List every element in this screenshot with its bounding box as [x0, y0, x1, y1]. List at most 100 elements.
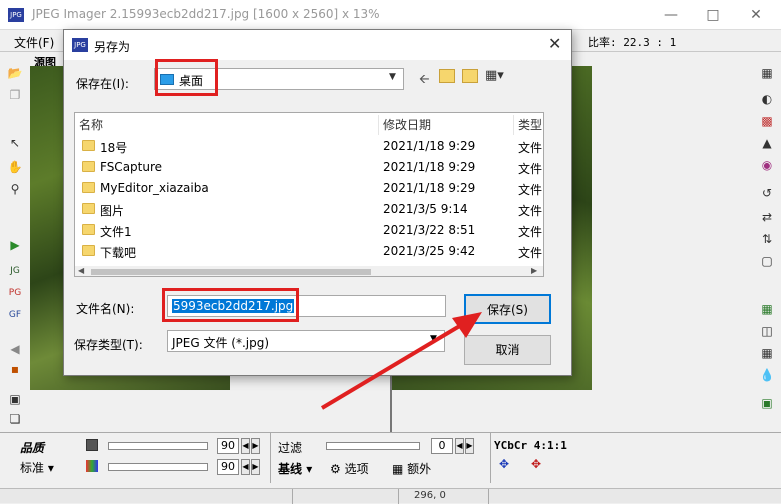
- brightness-icon[interactable]: ◐: [758, 90, 776, 108]
- filter-value[interactable]: 0: [431, 438, 453, 454]
- back-icon[interactable]: ◀: [6, 340, 24, 358]
- cancel-button[interactable]: 取消: [464, 335, 551, 365]
- gif-icon[interactable]: GF: [6, 306, 24, 324]
- drop-icon[interactable]: 💧: [758, 366, 776, 384]
- layers-icon[interactable]: ❏: [6, 410, 24, 428]
- file-row[interactable]: 图片 2021/3/5 9:14 文件: [75, 198, 543, 219]
- run-icon[interactable]: ▶: [6, 236, 24, 254]
- app-logo-icon: JPG: [8, 8, 24, 22]
- col-date[interactable]: 修改日期: [379, 115, 514, 135]
- minimize-button[interactable]: —: [660, 4, 682, 26]
- save-icon[interactable]: ▣: [6, 390, 24, 408]
- png-icon[interactable]: PG: [6, 284, 24, 302]
- quality-increment[interactable]: ▶: [251, 438, 260, 454]
- file-date: 2021/3/22 8:51: [383, 223, 476, 237]
- split-icon[interactable]: ◫: [758, 322, 776, 340]
- highlight-box-location: [155, 59, 218, 96]
- grid-icon[interactable]: ▦: [758, 64, 776, 82]
- color-quality-slider[interactable]: [108, 463, 208, 471]
- compare-icon[interactable]: ▦: [758, 300, 776, 318]
- dialog-close-button[interactable]: ✕: [548, 34, 561, 53]
- copy-icon[interactable]: ❐: [6, 86, 24, 104]
- subsample-blue-icon[interactable]: ✥: [494, 457, 514, 475]
- cursor-coords: 296, 0: [414, 490, 446, 501]
- folder-icon: [82, 203, 95, 214]
- resize-icon[interactable]: ⇅: [758, 230, 776, 248]
- horizontal-scrollbar[interactable]: ◀ ▶: [75, 266, 543, 276]
- color-increment[interactable]: ▶: [251, 459, 260, 475]
- standard-dropdown[interactable]: 标准 ▾: [20, 459, 54, 476]
- flip-icon[interactable]: ⇄: [758, 208, 776, 226]
- file-date: 2021/1/18 9:29: [383, 160, 476, 174]
- pointer-icon[interactable]: ↖: [6, 134, 24, 152]
- file-date: 2021/3/25 9:42: [383, 244, 476, 258]
- color-quality-value[interactable]: 90: [217, 459, 239, 475]
- subsample-red-icon[interactable]: ✥: [526, 457, 546, 475]
- extra-button[interactable]: ▦ 额外: [392, 460, 431, 477]
- options-button[interactable]: ⚙ 选项: [330, 460, 369, 477]
- col-type[interactable]: 类型: [514, 115, 543, 135]
- back-arrow-icon[interactable]: 🡨: [419, 70, 430, 92]
- color-wheel-icon[interactable]: ◉: [758, 156, 776, 174]
- menu-file[interactable]: 文件(F): [14, 34, 54, 51]
- file-row[interactable]: MyEditor_xiazaiba 2021/1/18 9:29 文件: [75, 177, 543, 198]
- app-titlebar: JPG JPEG Imager 2.15993ecb2dd217.jpg [16…: [0, 0, 781, 30]
- scroll-right-icon[interactable]: ▶: [531, 266, 537, 275]
- ratio-readout: 比率: 22.3 : 1: [588, 36, 677, 49]
- file-row[interactable]: FSCapture 2021/1/18 9:29 文件: [75, 156, 543, 177]
- file-name: MyEditor_xiazaiba: [100, 181, 209, 195]
- highlight-box-filename: [162, 288, 299, 322]
- folder-icon: [82, 245, 95, 256]
- rotate-icon[interactable]: ↺: [758, 184, 776, 202]
- screen-icon[interactable]: ▣: [758, 394, 776, 412]
- import-icon[interactable]: ▪: [6, 360, 24, 378]
- file-row[interactable]: 文件1 2021/3/22 8:51 文件: [75, 219, 543, 240]
- filter-slider[interactable]: [326, 442, 420, 450]
- file-type: 文件: [518, 246, 543, 260]
- view-menu-icon[interactable]: ▦▾: [485, 68, 504, 83]
- filter-increment[interactable]: ▶: [465, 438, 474, 454]
- up-folder-icon[interactable]: [439, 69, 455, 83]
- filetype-combobox[interactable]: JPEG 文件 (*.jpg) ▼: [167, 330, 445, 352]
- filter-decrement[interactable]: ◀: [455, 438, 464, 454]
- separator-2: [490, 433, 491, 483]
- open-folder-icon[interactable]: 📂: [6, 64, 24, 82]
- hand-icon[interactable]: ✋: [6, 158, 24, 176]
- quality-decrement[interactable]: ◀: [241, 438, 250, 454]
- file-name: 下载吧: [100, 246, 137, 260]
- vertical-scrollbar[interactable]: ▲: [543, 135, 544, 277]
- save-button[interactable]: 保存(S): [464, 294, 551, 324]
- maximize-button[interactable]: □: [702, 4, 724, 26]
- extra-label: 额外: [407, 462, 432, 476]
- jpg-icon[interactable]: JG: [6, 262, 24, 280]
- crop-icon[interactable]: ▢: [758, 252, 776, 270]
- folder-icon: [82, 182, 95, 193]
- chevron-down-icon[interactable]: ▼: [389, 72, 396, 82]
- separator: [270, 433, 271, 483]
- file-type: 文件: [518, 162, 543, 176]
- file-row[interactable]: 下载吧 2021/3/25 9:42 文件: [75, 240, 543, 261]
- sort-up-icon: ⌃: [223, 112, 232, 120]
- filetype-chevron-down-icon[interactable]: ▼: [430, 334, 437, 344]
- status-bar: 296, 0: [0, 488, 781, 504]
- filetype-value: JPEG 文件 (*.jpg): [172, 336, 270, 350]
- file-rows: 18号 2021/1/18 9:29 文件 FSCapture 2021/1/18 9:…: [75, 135, 543, 261]
- file-list[interactable]: 名称 ⌃ 修改日期 类型 18号 2021/1/18 9:29 文件 FSCaptur…: [74, 112, 544, 277]
- tile-icon[interactable]: ▦: [758, 344, 776, 362]
- histogram-icon[interactable]: ▲: [758, 134, 776, 152]
- color-decrement[interactable]: ◀: [241, 459, 250, 475]
- quality-slider[interactable]: [108, 442, 208, 450]
- file-row[interactable]: 18号 2021/1/18 9:29 文件: [75, 135, 543, 156]
- zoom-icon[interactable]: ⚲: [6, 180, 24, 198]
- scroll-left-icon[interactable]: ◀: [78, 266, 84, 275]
- file-name: 文件1: [100, 225, 132, 239]
- horizontal-scroll-thumb[interactable]: [91, 269, 371, 275]
- new-folder-icon[interactable]: [462, 69, 478, 83]
- baseline-dropdown[interactable]: 基线 ▾: [278, 460, 312, 477]
- quality-value[interactable]: 90: [217, 438, 239, 454]
- file-type: 文件: [518, 141, 543, 155]
- standard-label: 标准: [20, 461, 45, 475]
- folder-icon: [82, 224, 95, 235]
- close-window-button[interactable]: ✕: [745, 4, 767, 26]
- palette-icon[interactable]: ▩: [758, 112, 776, 130]
